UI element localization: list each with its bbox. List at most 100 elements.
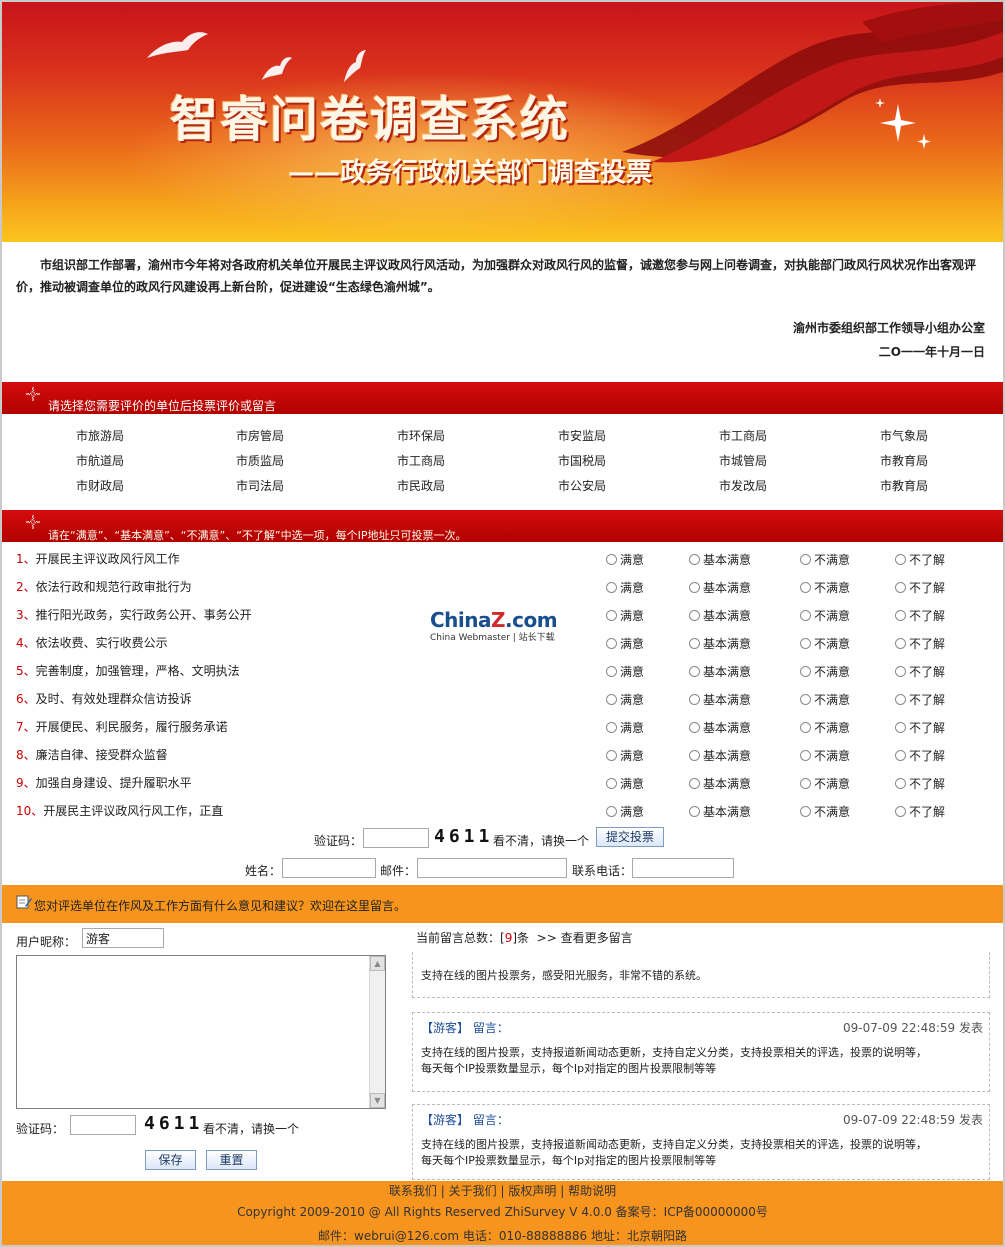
name-input[interactable] — [282, 858, 376, 878]
radio-button[interactable] — [689, 638, 700, 649]
rating-option[interactable]: 满意 — [606, 803, 644, 820]
unit-link[interactable]: 市城管局 — [719, 452, 767, 469]
rating-option[interactable]: 满意 — [606, 635, 644, 652]
unit-link[interactable]: 市质监局 — [236, 452, 284, 469]
unit-link[interactable]: 市房管局 — [236, 427, 284, 444]
phone-input[interactable] — [632, 858, 734, 878]
rating-option[interactable]: 不满意 — [800, 579, 850, 596]
unit-link[interactable]: 市国税局 — [558, 452, 606, 469]
radio-button[interactable] — [800, 778, 811, 789]
rating-option[interactable]: 基本满意 — [689, 747, 751, 764]
radio-button[interactable] — [606, 582, 617, 593]
rating-option[interactable]: 不了解 — [895, 663, 945, 680]
unit-link[interactable]: 市旅游局 — [76, 427, 124, 444]
rating-option[interactable]: 满意 — [606, 579, 644, 596]
unit-link[interactable]: 市司法局 — [236, 477, 284, 494]
radio-button[interactable] — [689, 778, 700, 789]
radio-button[interactable] — [606, 722, 617, 733]
message-captcha-input[interactable] — [70, 1115, 136, 1135]
radio-button[interactable] — [895, 610, 906, 621]
rating-option[interactable]: 基本满意 — [689, 663, 751, 680]
radio-button[interactable] — [800, 750, 811, 761]
scroll-down-icon[interactable]: ▼ — [370, 1093, 385, 1108]
radio-button[interactable] — [895, 806, 906, 817]
radio-button[interactable] — [689, 750, 700, 761]
rating-option[interactable]: 不了解 — [895, 607, 945, 624]
unit-link[interactable]: 市公安局 — [558, 477, 606, 494]
nickname-input[interactable] — [82, 928, 164, 948]
radio-button[interactable] — [606, 694, 617, 705]
radio-button[interactable] — [800, 694, 811, 705]
rating-option[interactable]: 基本满意 — [689, 719, 751, 736]
submit-vote-button[interactable]: 提交投票 — [596, 827, 664, 847]
unit-link[interactable]: 市环保局 — [397, 427, 445, 444]
radio-button[interactable] — [895, 554, 906, 565]
rating-option[interactable]: 不了解 — [895, 719, 945, 736]
rating-option[interactable]: 不满意 — [800, 691, 850, 708]
rating-option[interactable]: 不满意 — [800, 803, 850, 820]
rating-option[interactable]: 不了解 — [895, 747, 945, 764]
radio-button[interactable] — [606, 638, 617, 649]
unit-link[interactable]: 市航道局 — [76, 452, 124, 469]
unit-link[interactable]: 市教育局 — [880, 477, 928, 494]
rating-option[interactable]: 基本满意 — [689, 551, 751, 568]
rating-option[interactable]: 不满意 — [800, 551, 850, 568]
radio-button[interactable] — [606, 806, 617, 817]
rating-option[interactable]: 基本满意 — [689, 607, 751, 624]
rating-option[interactable]: 不了解 — [895, 803, 945, 820]
radio-button[interactable] — [606, 750, 617, 761]
rating-option[interactable]: 不满意 — [800, 775, 850, 792]
rating-option[interactable]: 满意 — [606, 663, 644, 680]
radio-button[interactable] — [895, 638, 906, 649]
radio-button[interactable] — [895, 582, 906, 593]
radio-button[interactable] — [800, 554, 811, 565]
radio-button[interactable] — [895, 722, 906, 733]
radio-button[interactable] — [800, 582, 811, 593]
radio-button[interactable] — [606, 610, 617, 621]
textarea-scrollbar[interactable]: ▲ ▼ — [369, 956, 385, 1108]
reset-button[interactable]: 重置 — [206, 1150, 257, 1170]
rating-option[interactable]: 不了解 — [895, 691, 945, 708]
radio-button[interactable] — [895, 750, 906, 761]
rating-option[interactable]: 满意 — [606, 551, 644, 568]
rating-option[interactable]: 满意 — [606, 691, 644, 708]
unit-link[interactable]: 市教育局 — [880, 452, 928, 469]
save-button[interactable]: 保存 — [145, 1150, 196, 1170]
rating-option[interactable]: 基本满意 — [689, 775, 751, 792]
message-captcha-refresh-link[interactable]: 看不清，请换一个 — [203, 1120, 299, 1137]
rating-option[interactable]: 满意 — [606, 775, 644, 792]
radio-button[interactable] — [895, 778, 906, 789]
rating-option[interactable]: 不了解 — [895, 635, 945, 652]
rating-option[interactable]: 基本满意 — [689, 691, 751, 708]
unit-link[interactable]: 市工商局 — [719, 427, 767, 444]
rating-option[interactable]: 不满意 — [800, 747, 850, 764]
radio-button[interactable] — [800, 666, 811, 677]
footer-link-contact[interactable]: 联系我们 — [389, 1184, 437, 1198]
footer-link-help[interactable]: 帮助说明 — [568, 1184, 616, 1198]
rating-option[interactable]: 不了解 — [895, 551, 945, 568]
rating-option[interactable]: 满意 — [606, 747, 644, 764]
captcha-input[interactable] — [363, 828, 429, 848]
radio-button[interactable] — [800, 806, 811, 817]
rating-option[interactable]: 不满意 — [800, 635, 850, 652]
unit-link[interactable]: 市安监局 — [558, 427, 606, 444]
rating-option[interactable]: 不满意 — [800, 607, 850, 624]
radio-button[interactable] — [689, 666, 700, 677]
rating-option[interactable]: 基本满意 — [689, 579, 751, 596]
rating-option[interactable]: 满意 — [606, 719, 644, 736]
footer-link-copyright[interactable]: 版权声明 — [508, 1184, 556, 1198]
rating-option[interactable]: 不满意 — [800, 719, 850, 736]
radio-button[interactable] — [689, 722, 700, 733]
radio-button[interactable] — [800, 638, 811, 649]
radio-button[interactable] — [800, 610, 811, 621]
radio-button[interactable] — [689, 554, 700, 565]
more-messages-link[interactable]: >> 查看更多留言 — [537, 931, 633, 945]
rating-option[interactable]: 不了解 — [895, 775, 945, 792]
radio-button[interactable] — [606, 778, 617, 789]
message-textarea[interactable]: ▲ ▼ — [16, 955, 386, 1109]
footer-link-about[interactable]: 关于我们 — [449, 1184, 497, 1198]
radio-button[interactable] — [895, 694, 906, 705]
radio-button[interactable] — [606, 554, 617, 565]
unit-link[interactable]: 市工商局 — [397, 452, 445, 469]
scroll-up-icon[interactable]: ▲ — [370, 956, 385, 971]
